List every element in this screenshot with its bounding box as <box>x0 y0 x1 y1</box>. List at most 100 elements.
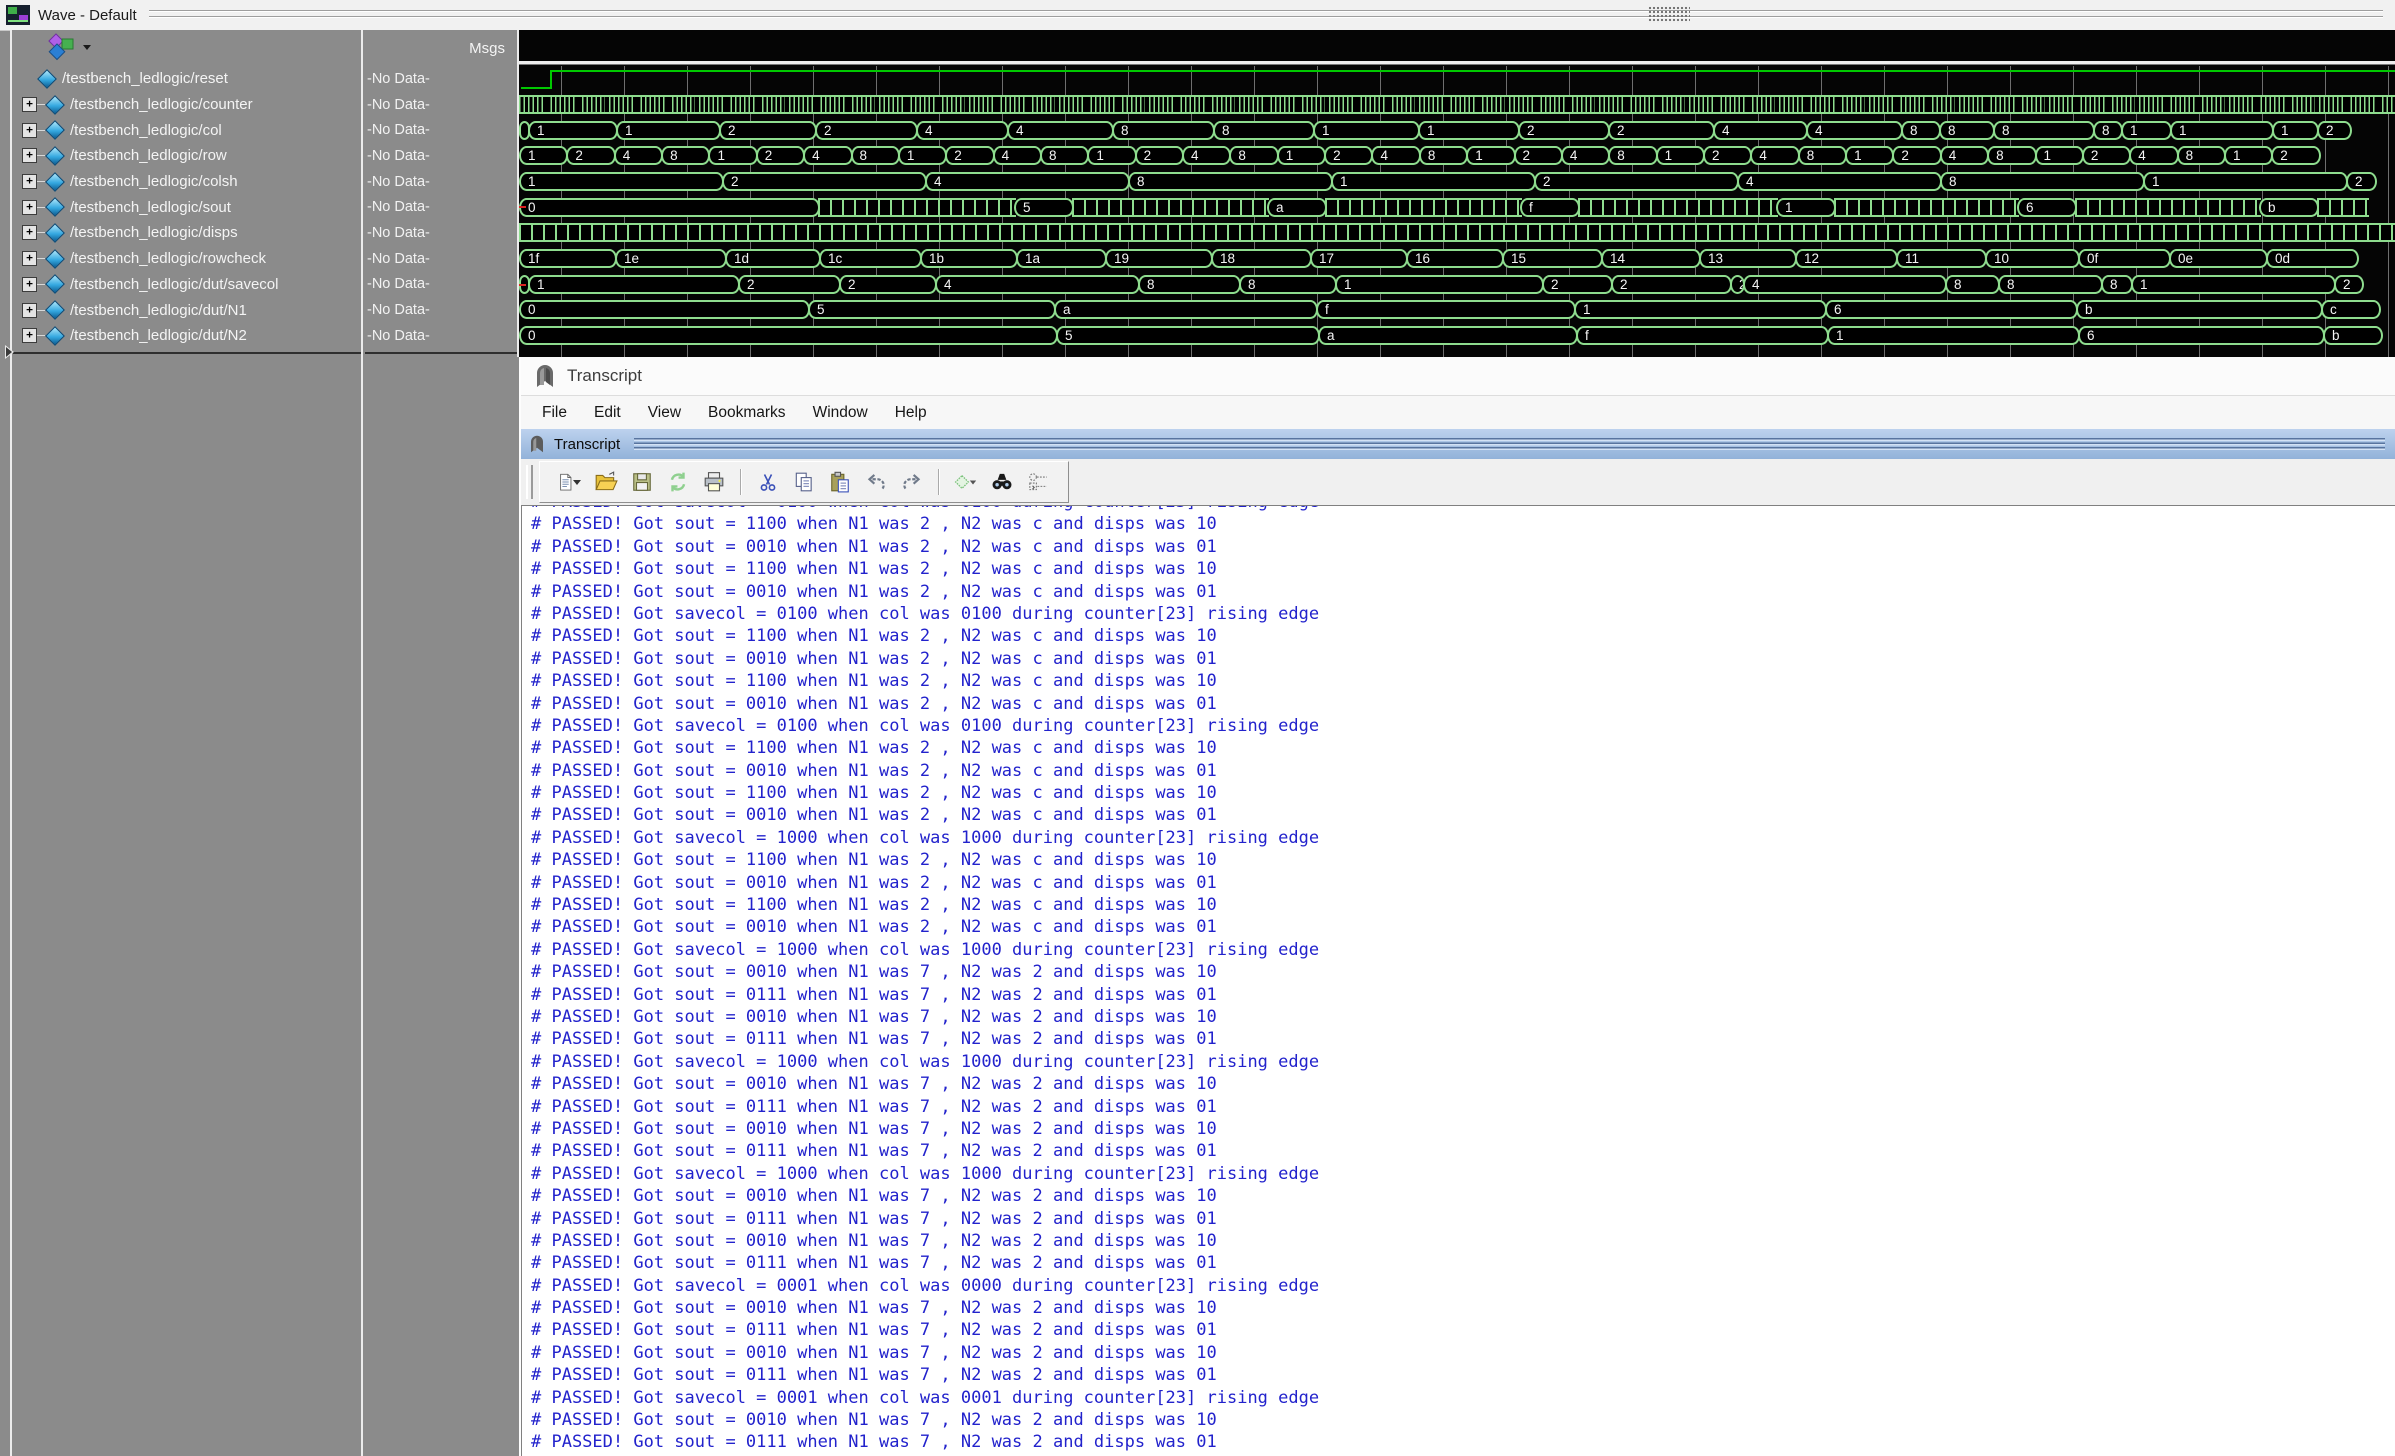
wave-lane-sout[interactable]: 0 5 a f 1 6 b <box>519 194 2395 220</box>
bus-value-segment: b <box>2076 300 2323 320</box>
expand-toggle-icon[interactable]: + <box>22 174 37 190</box>
refresh-icon[interactable] <box>665 470 691 494</box>
bus-value-segment: 1c <box>819 249 922 269</box>
signal-diamond-icon <box>45 120 65 141</box>
signal-row-row[interactable]: + /testbench_ledlogic/row <box>13 143 361 169</box>
wave-lane-colsh[interactable]: 1248124812 <box>519 169 2395 195</box>
bus-value-segment: 1 <box>519 146 569 166</box>
msgs-cell-rowcheck: -No Data- <box>367 250 430 267</box>
transcript-window[interactable]: Transcript File Edit View Bookmarks Window He… <box>519 357 2395 1456</box>
frame-divider-left <box>10 30 12 1456</box>
tree-connector <box>37 129 45 131</box>
names-msgs-divider[interactable] <box>361 30 363 1456</box>
transcript-active-header[interactable]: Transcript <box>521 429 2395 459</box>
transcript-titlebar[interactable]: Transcript <box>521 357 2395 395</box>
expand-toggle-icon[interactable]: + <box>22 97 37 113</box>
redo-icon[interactable] <box>899 470 925 494</box>
wave-lane-reset[interactable] <box>519 66 2395 92</box>
bus-value-segment: 2 <box>1892 146 1942 166</box>
menu-view[interactable]: View <box>648 404 681 422</box>
signal-row-sout[interactable]: + /testbench_ledlogic/sout <box>13 194 361 220</box>
bus-value-segment: 1 <box>1313 120 1420 140</box>
expand-toggle-icon[interactable]: + <box>22 199 37 215</box>
signal-names-pane[interactable]: /testbench_ledlogic/reset + /testbench_led… <box>13 66 361 349</box>
bus-value-segment: 0d <box>2266 249 2359 269</box>
expand-toggle-icon[interactable]: + <box>22 225 37 241</box>
signal-diamond-icon <box>45 300 65 320</box>
expand-toggle-icon[interactable]: + <box>22 148 37 164</box>
bus-value-segment: 0e <box>2169 249 2268 269</box>
toolbar-icon-group <box>539 461 1069 503</box>
run-filter-icon[interactable] <box>953 470 979 494</box>
transcript-line: # PASSED! Got sout = 0010 when N1 was 2 … <box>531 581 1217 602</box>
signal-row-disps[interactable]: + /testbench_ledlogic/disps <box>13 220 361 246</box>
wave-lane-row[interactable]: 12481248124812481248124812481248124812 <box>519 143 2395 169</box>
wave-lane-disps[interactable] <box>519 220 2395 246</box>
bus-value-segment: 4 <box>935 274 1140 294</box>
menu-help[interactable]: Help <box>895 404 927 422</box>
wave-objects-dropdown-icon[interactable] <box>43 32 95 62</box>
bus-value-segment: 2 <box>2334 274 2364 294</box>
bus-value-segment: 2 <box>755 146 806 166</box>
wave-window-titlebar[interactable]: Wave - Default <box>0 0 2395 31</box>
menu-edit[interactable]: Edit <box>594 404 621 422</box>
wave-lane-rowcheck[interactable]: 1f 1e 1d 1c 1b 1a 19 18 17 16 15 14 13 12 11 10 0f 0e 0d <box>519 246 2395 272</box>
wave-lane-savecol[interactable]: 1224881222488812 <box>519 272 2395 298</box>
signal-row-savecol[interactable]: + /testbench_ledlogic/dut/savecol <box>13 272 361 298</box>
signal-name-label: /testbench_ledlogic/reset <box>62 70 228 88</box>
transcript-text-area[interactable]: # PASSED! Got savecol = 0100 when col wa… <box>521 505 2395 1456</box>
expand-toggle-icon[interactable]: + <box>22 302 37 318</box>
bus-value-segment: 4 <box>1750 146 1800 166</box>
find-icon[interactable] <box>989 470 1015 494</box>
bus-value-segment: 18 <box>1211 249 1312 269</box>
signal-row-colsh[interactable]: + /testbench_ledlogic/colsh <box>13 169 361 195</box>
waveform-rows[interactable]: 1122448811224488881112124812481248124812… <box>519 66 2395 357</box>
save-icon[interactable] <box>629 470 655 494</box>
toolbar-drag-handle[interactable] <box>526 465 533 499</box>
print-icon[interactable] <box>701 470 727 494</box>
paste-icon[interactable] <box>827 470 853 494</box>
signal-row-N2[interactable]: + /testbench_ledlogic/dut/N2 <box>13 323 361 349</box>
transcript-line: # PASSED! Got savecol = 1000 when col wa… <box>531 1051 1320 1072</box>
bus-value-segment: 0 <box>519 300 810 320</box>
expand-toggle-icon[interactable]: + <box>22 276 37 292</box>
transcript-line: # PASSED! Got sout = 1100 when N1 was 2 … <box>531 671 1217 692</box>
bus-value-segment: 4 <box>1713 120 1808 140</box>
new-document-icon[interactable] <box>557 470 583 494</box>
titlebar-grip[interactable] <box>1648 6 1690 23</box>
menu-file[interactable]: File <box>542 404 567 422</box>
menu-window[interactable]: Window <box>813 404 868 422</box>
signal-row-rowcheck[interactable]: + /testbench_ledlogic/rowcheck <box>13 246 361 272</box>
bus-value-segment: 1 <box>2143 172 2348 192</box>
bus-value-segment: 2 <box>722 172 927 192</box>
signal-row-counter[interactable]: + /testbench_ledlogic/counter <box>13 92 361 118</box>
undo-icon[interactable] <box>863 470 889 494</box>
waveform-canvas[interactable]: 1122448811224488881112124812481248124812… <box>519 30 2395 357</box>
find-settings-icon[interactable] <box>1025 470 1051 494</box>
wave-lane-N2[interactable]: 05af16b <box>519 323 2395 349</box>
signal-name-label: /testbench_ledlogic/dut/N1 <box>70 301 247 319</box>
transcript-line: # PASSED! Got sout = 0010 when N1 was 2 … <box>531 648 1217 669</box>
signal-row-reset[interactable]: /testbench_ledlogic/reset <box>13 66 361 92</box>
bus-busy-region <box>519 223 2395 243</box>
copy-icon[interactable] <box>791 470 817 494</box>
wave-lane-counter[interactable] <box>519 92 2395 118</box>
bus-value-segment: 1 <box>1827 326 2080 346</box>
wave-lane-col[interactable]: 1122448811224488881112 <box>519 117 2395 143</box>
open-file-icon[interactable] <box>593 470 619 494</box>
transcript-line: # PASSED! Got sout = 0010 when N1 was 2 … <box>531 872 1217 893</box>
transcript-line: # PASSED! Got savecol = 1000 when col wa… <box>531 939 1320 960</box>
bus-value-segment: 2 <box>738 274 841 294</box>
signal-row-col[interactable]: + /testbench_ledlogic/col <box>13 117 361 143</box>
expand-toggle-icon[interactable]: + <box>22 251 37 267</box>
signal-row-N1[interactable]: + /testbench_ledlogic/dut/N1 <box>13 297 361 323</box>
cut-icon[interactable] <box>755 470 781 494</box>
expand-toggle-icon[interactable]: + <box>22 328 37 344</box>
wave-lane-N1[interactable]: 05af16bc <box>519 297 2395 323</box>
bus-value-segment: a <box>1054 300 1318 320</box>
expand-toggle-icon[interactable]: + <box>22 122 37 138</box>
transcript-line: # PASSED! Got sout = 1100 when N1 was 2 … <box>531 850 1217 871</box>
bus-value-segment: 1 <box>1574 300 1827 320</box>
menu-bookmarks[interactable]: Bookmarks <box>708 404 786 422</box>
transcript-menubar[interactable]: File Edit View Bookmarks Window Help <box>521 395 2395 429</box>
